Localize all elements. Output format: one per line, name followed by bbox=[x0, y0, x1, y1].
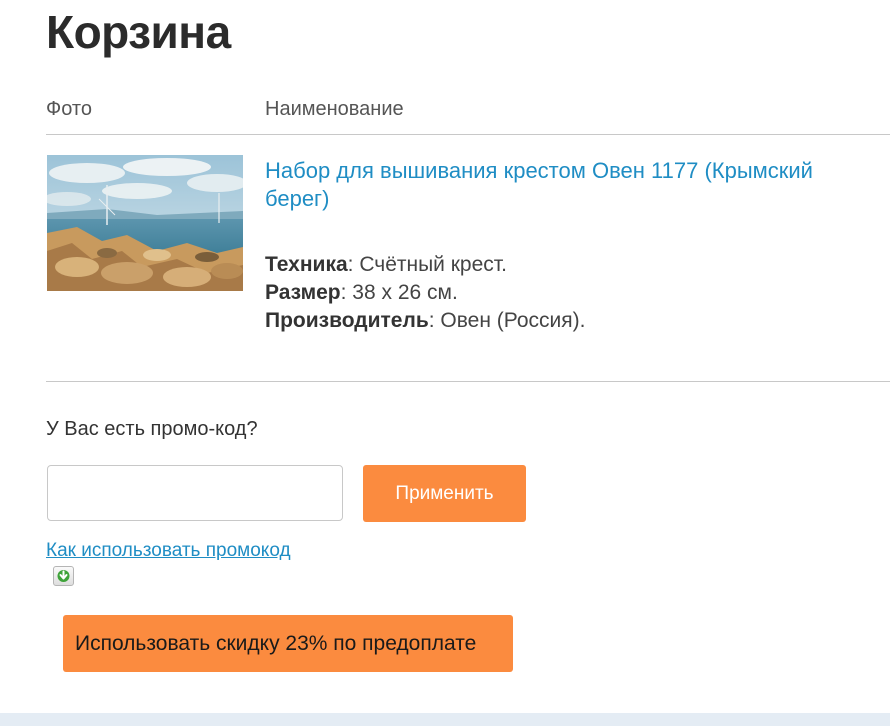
property-label: Техника bbox=[265, 253, 348, 276]
apply-promo-button[interactable]: Применить bbox=[363, 465, 526, 522]
property-manufacturer: Производитель: Овен (Россия). bbox=[265, 307, 585, 335]
property-size: Размер: 38 х 26 см. bbox=[265, 279, 585, 307]
seascape-painting-image bbox=[47, 155, 243, 291]
property-label: Размер bbox=[265, 281, 341, 304]
product-properties: Техника: Счётный крест. Размер: 38 х 26 … bbox=[265, 251, 585, 335]
download-arrow-glyph bbox=[57, 570, 70, 582]
promo-code-question: У Вас есть промо-код? bbox=[46, 418, 258, 440]
property-value: : Счётный крест. bbox=[347, 253, 507, 276]
promo-code-input[interactable] bbox=[47, 465, 343, 521]
page-title: Корзина bbox=[46, 6, 231, 58]
product-thumbnail[interactable] bbox=[47, 155, 243, 291]
cart-page: Корзина Фото Наименование Набор для выши… bbox=[0, 0, 890, 726]
use-prepayment-discount-button[interactable]: Использовать скидку 23% по предоплате bbox=[63, 615, 513, 672]
name-column-header: Наименование bbox=[265, 98, 404, 120]
photo-column-header: Фото bbox=[46, 98, 92, 120]
footer-strip bbox=[0, 713, 890, 726]
cart-item-row: Набор для вышивания крестом Овен 1177 (К… bbox=[46, 135, 890, 382]
cart-table-header: Фото Наименование bbox=[46, 96, 890, 135]
how-to-use-promo-link[interactable]: Как использовать промокод bbox=[46, 540, 291, 562]
property-value: : Овен (Россия). bbox=[428, 309, 586, 332]
property-value: : 38 х 26 см. bbox=[340, 281, 458, 304]
product-name-link[interactable]: Набор для вышивания крестом Овен 1177 (К… bbox=[265, 157, 875, 213]
property-label: Производитель bbox=[265, 309, 429, 332]
download-arrow-icon[interactable] bbox=[53, 566, 74, 586]
property-technique: Техника: Счётный крест. bbox=[265, 251, 585, 279]
